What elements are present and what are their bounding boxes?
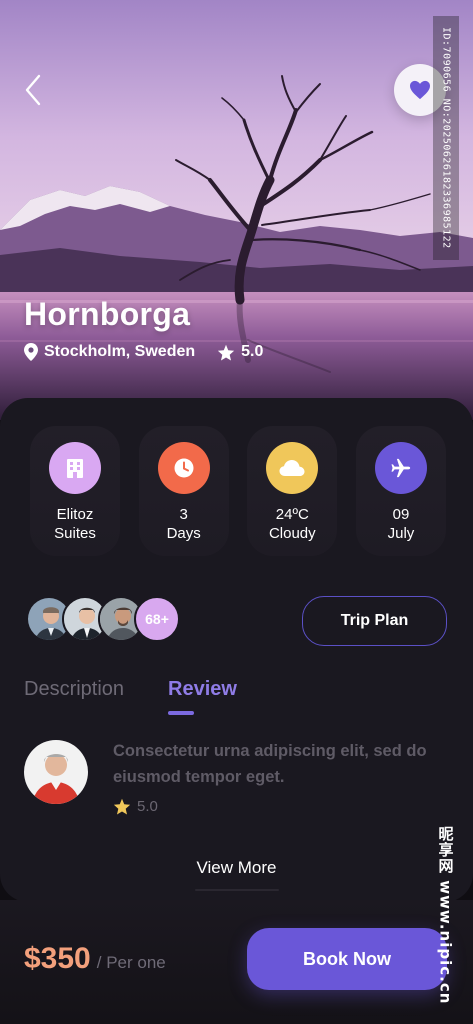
star-icon (218, 344, 235, 361)
info-weather-line1: 24ºC (275, 506, 309, 523)
cloud-icon-circle (266, 442, 319, 494)
more-travelers-badge: 68+ (134, 596, 180, 642)
info-duration-text: 3 Days (167, 505, 201, 543)
info-weather[interactable]: 24ºC Cloudy (247, 426, 338, 556)
hero-image: Hornborga Stockholm, Sweden 5.0 (0, 0, 473, 420)
watermark-id: ID:7090656 NO:20250626182336985122 (433, 16, 459, 260)
watermark-site: 昵享网 www.nipic.cn (436, 825, 455, 1005)
rating-value: 5.0 (241, 343, 264, 360)
star-icon (113, 798, 131, 815)
clock-icon (174, 458, 194, 478)
tab-description-label: Description (24, 678, 125, 700)
review-rating-value: 5.0 (137, 798, 158, 815)
view-more-button[interactable]: View More (0, 858, 473, 878)
info-date[interactable]: 09 July (355, 426, 446, 556)
place-rating: 5.0 (217, 343, 263, 361)
plane-icon (391, 458, 411, 478)
reviewer-avatar (24, 740, 88, 804)
info-hotel-line1: Elitoz (56, 506, 94, 523)
plane-icon-circle (374, 442, 427, 494)
review-text: Consectetur urna adipiscing elit, sed do… (113, 742, 427, 786)
back-button[interactable] (18, 72, 48, 108)
clock-icon-circle (157, 442, 210, 494)
info-hotel-text: Elitoz Suites (54, 505, 96, 543)
info-weather-text: 24ºC Cloudy (269, 505, 316, 543)
detail-tabs: Description Review (24, 678, 237, 715)
book-now-button[interactable]: Book Now (247, 928, 447, 990)
hotel-icon (67, 459, 83, 478)
info-duration-line2: Days (166, 525, 201, 542)
location: Stockholm, Sweden (24, 343, 195, 361)
info-date-text: 09 July (388, 505, 415, 543)
details-card: Elitoz Suites 3 Days 24ºC Cloudy 09 July… (0, 398, 473, 902)
trip-plan-button[interactable]: Trip Plan (302, 596, 447, 646)
tab-review-label: Review (168, 678, 237, 700)
cloud-icon (279, 460, 305, 476)
review-rating: 5.0 (113, 798, 158, 815)
price-value: $350 (24, 942, 91, 975)
info-hotel[interactable]: Elitoz Suites (30, 426, 120, 556)
info-duration-line1: 3 (179, 506, 188, 523)
divider (195, 889, 279, 891)
info-weather-line2: Cloudy (268, 525, 316, 542)
heart-icon (410, 80, 430, 100)
location-text: Stockholm, Sweden (44, 343, 196, 360)
info-duration[interactable]: 3 Days (138, 426, 229, 556)
traveler-avatars[interactable]: 68+ (26, 596, 186, 644)
place-title: Hornborga (24, 296, 191, 332)
price-block: $350 / Per one (24, 942, 166, 976)
info-date-line1: 09 (392, 506, 410, 523)
active-tab-indicator (168, 711, 195, 715)
tab-description[interactable]: Description (24, 678, 124, 701)
location-pin-icon (24, 343, 38, 361)
reviewer-avatar-photo (24, 740, 88, 804)
tab-review[interactable]: Review (168, 678, 237, 715)
price-unit: / Per one (96, 953, 166, 972)
trip-info-row: Elitoz Suites 3 Days 24ºC Cloudy 09 July (30, 426, 446, 556)
info-date-line2: July (387, 525, 415, 542)
place-meta: Stockholm, Sweden 5.0 (24, 343, 263, 361)
chevron-left-icon (25, 74, 41, 106)
info-hotel-line2: Suites (54, 525, 96, 542)
hotel-icon-circle (49, 442, 101, 494)
